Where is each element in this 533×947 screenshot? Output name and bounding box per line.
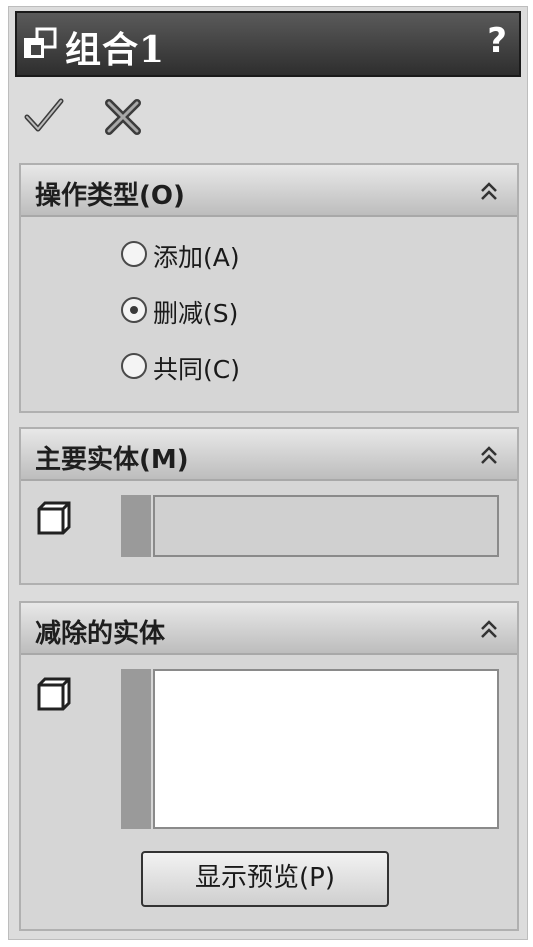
bodies-to-subtract-title: 减除的实体 [35, 619, 166, 649]
panel-title: 组合1 [65, 29, 166, 71]
radio-common[interactable]: 共同(C) [121, 349, 381, 389]
combine-feature-icon [24, 27, 57, 58]
radio-subtract[interactable]: 删减(S) [121, 293, 381, 333]
collapse-chevron-icon[interactable] [477, 179, 501, 203]
action-bar [23, 95, 223, 139]
main-body-header[interactable]: 主要实体(M) [21, 429, 517, 481]
operation-type-title: 操作类型(O) [35, 181, 185, 211]
help-button[interactable]: ? [487, 21, 507, 61]
collapse-chevron-icon[interactable] [477, 617, 501, 641]
show-preview-button[interactable]: 显示预览(P) [141, 851, 389, 907]
bodies-to-subtract-header[interactable]: 减除的实体 [21, 603, 517, 655]
radio-label: 共同(C) [153, 355, 240, 384]
checkmark-icon[interactable] [23, 95, 65, 137]
main-body-title: 主要实体(M) [35, 445, 189, 475]
radio-circle[interactable] [121, 353, 147, 379]
property-manager-panel: 组合1 ? 操作类型(O) 添加(A) 删减(S) 共同(C) 主要实体(M) … [8, 6, 528, 940]
radio-dot [130, 306, 138, 314]
x-icon[interactable] [103, 97, 143, 137]
title-bar: 组合1 ? [15, 11, 521, 77]
operation-type-header[interactable]: 操作类型(O) [21, 165, 517, 217]
main-body-group: 主要实体(M) [19, 427, 519, 585]
main-body-selection-box[interactable] [153, 495, 499, 557]
radio-circle[interactable] [121, 241, 147, 267]
subtract-bodies-selection-box[interactable] [153, 669, 499, 829]
radio-circle-selected[interactable] [121, 297, 147, 323]
selection-color-strip [121, 495, 151, 557]
radio-add[interactable]: 添加(A) [121, 237, 381, 277]
bodies-to-subtract-group: 减除的实体 显示预览(P) [19, 601, 519, 931]
solid-body-icon [37, 501, 71, 535]
operation-type-group: 操作类型(O) 添加(A) 删减(S) 共同(C) [19, 163, 519, 413]
solid-body-icon [37, 677, 71, 711]
collapse-chevron-icon[interactable] [477, 443, 501, 467]
radio-label: 添加(A) [153, 243, 240, 272]
radio-label: 删减(S) [153, 299, 239, 328]
selection-color-strip [121, 669, 151, 829]
